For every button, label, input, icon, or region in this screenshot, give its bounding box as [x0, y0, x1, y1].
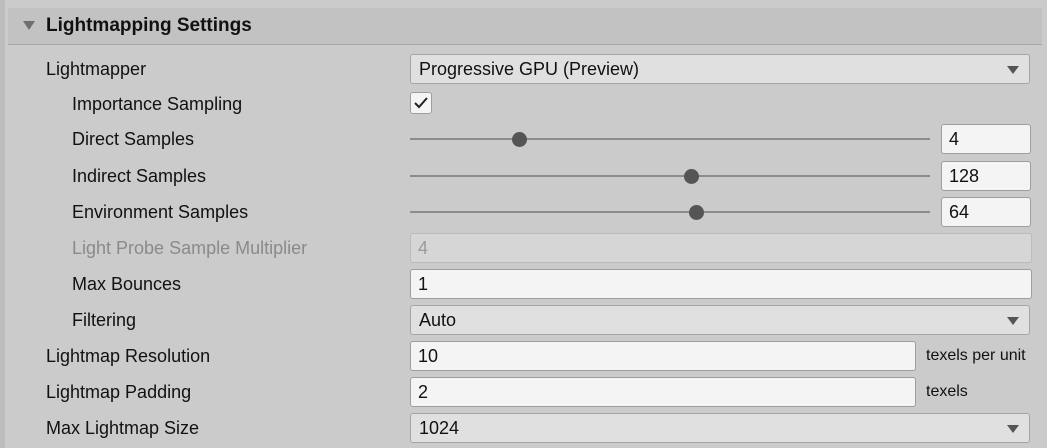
lightmap-padding-value: 2	[418, 382, 429, 402]
max-bounces-field[interactable]: 1	[410, 269, 1032, 299]
max-bounces-label: Max Bounces	[72, 274, 182, 294]
indirect-samples-label: Indirect Samples	[72, 166, 207, 186]
lightmap-resolution-label: Lightmap Resolution	[46, 346, 211, 366]
filtering-value: Auto	[419, 310, 457, 330]
direct-samples-field[interactable]: 4	[941, 124, 1031, 154]
indirect-samples-field[interactable]: 128	[941, 161, 1031, 191]
filtering-label: Filtering	[72, 310, 137, 330]
triangle-down-icon[interactable]	[22, 19, 36, 33]
row-importance-sampling: Importance Sampling	[0, 86, 1047, 122]
row-environment-samples: Environment Samples 64	[0, 194, 1047, 230]
light-probe-multiplier-value: 4	[418, 238, 429, 258]
max-lightmap-size-dropdown[interactable]: 1024	[410, 413, 1030, 443]
lightmapper-label: Lightmapper	[46, 59, 147, 79]
row-lightmap-padding: Lightmap Padding 2 texels	[0, 374, 1047, 410]
lightmapping-settings-panel: Lightmapping Settings Lightmapper Progre…	[0, 0, 1047, 448]
row-light-probe-multiplier: Light Probe Sample Multiplier 4	[0, 230, 1047, 266]
section-title: Lightmapping Settings	[46, 15, 252, 36]
lightmap-resolution-value: 10	[418, 346, 439, 366]
row-max-lightmap-size: Max Lightmap Size 1024	[0, 410, 1047, 446]
row-max-bounces: Max Bounces 1	[0, 266, 1047, 302]
slider-track	[410, 175, 930, 177]
row-indirect-samples: Indirect Samples 128	[0, 158, 1047, 194]
slider-thumb[interactable]	[689, 205, 704, 220]
environment-samples-slider[interactable]	[410, 194, 930, 230]
row-lightmapper: Lightmapper Progressive GPU (Preview)	[0, 51, 1047, 87]
indirect-samples-value: 128	[949, 166, 980, 186]
row-direct-samples: Direct Samples 4	[0, 121, 1047, 157]
max-lightmap-size-value: 1024	[419, 418, 460, 438]
lightmapper-value: Progressive GPU (Preview)	[419, 59, 640, 79]
max-bounces-value: 1	[418, 274, 429, 294]
direct-samples-slider[interactable]	[410, 121, 930, 157]
environment-samples-label: Environment Samples	[72, 202, 249, 222]
filtering-dropdown[interactable]: Auto	[410, 305, 1030, 335]
slider-track	[410, 211, 930, 213]
indirect-samples-slider[interactable]	[410, 158, 930, 194]
checkmark-icon	[414, 97, 428, 109]
slider-thumb[interactable]	[683, 169, 699, 184]
max-lightmap-size-label: Max Lightmap Size	[46, 418, 200, 438]
chevron-down-icon	[1007, 66, 1019, 74]
row-lightmap-resolution: Lightmap Resolution 10 texels per unit	[0, 338, 1047, 374]
light-probe-multiplier-label: Light Probe Sample Multiplier	[72, 238, 308, 258]
section-header[interactable]: Lightmapping Settings	[8, 8, 1042, 45]
direct-samples-value: 4	[949, 129, 960, 149]
light-probe-multiplier-field: 4	[410, 233, 1032, 263]
environment-samples-value: 64	[949, 202, 970, 222]
lightmap-padding-field[interactable]: 2	[410, 377, 916, 407]
lightmapper-dropdown[interactable]: Progressive GPU (Preview)	[410, 54, 1030, 84]
lightmap-padding-label: Lightmap Padding	[46, 382, 192, 402]
direct-samples-label: Direct Samples	[72, 129, 195, 149]
importance-sampling-checkbox[interactable]	[410, 92, 432, 114]
lightmap-resolution-field[interactable]: 10	[410, 341, 916, 371]
environment-samples-field[interactable]: 64	[941, 197, 1031, 227]
chevron-down-icon	[1007, 317, 1019, 325]
chevron-down-icon	[1007, 425, 1019, 433]
lightmap-padding-unit: texels	[926, 383, 968, 400]
lightmap-resolution-unit: texels per unit	[926, 347, 1026, 364]
slider-thumb[interactable]	[512, 132, 528, 147]
importance-sampling-label: Importance Sampling	[72, 94, 243, 114]
slider-track	[410, 138, 930, 140]
row-filtering: Filtering Auto	[0, 302, 1047, 338]
